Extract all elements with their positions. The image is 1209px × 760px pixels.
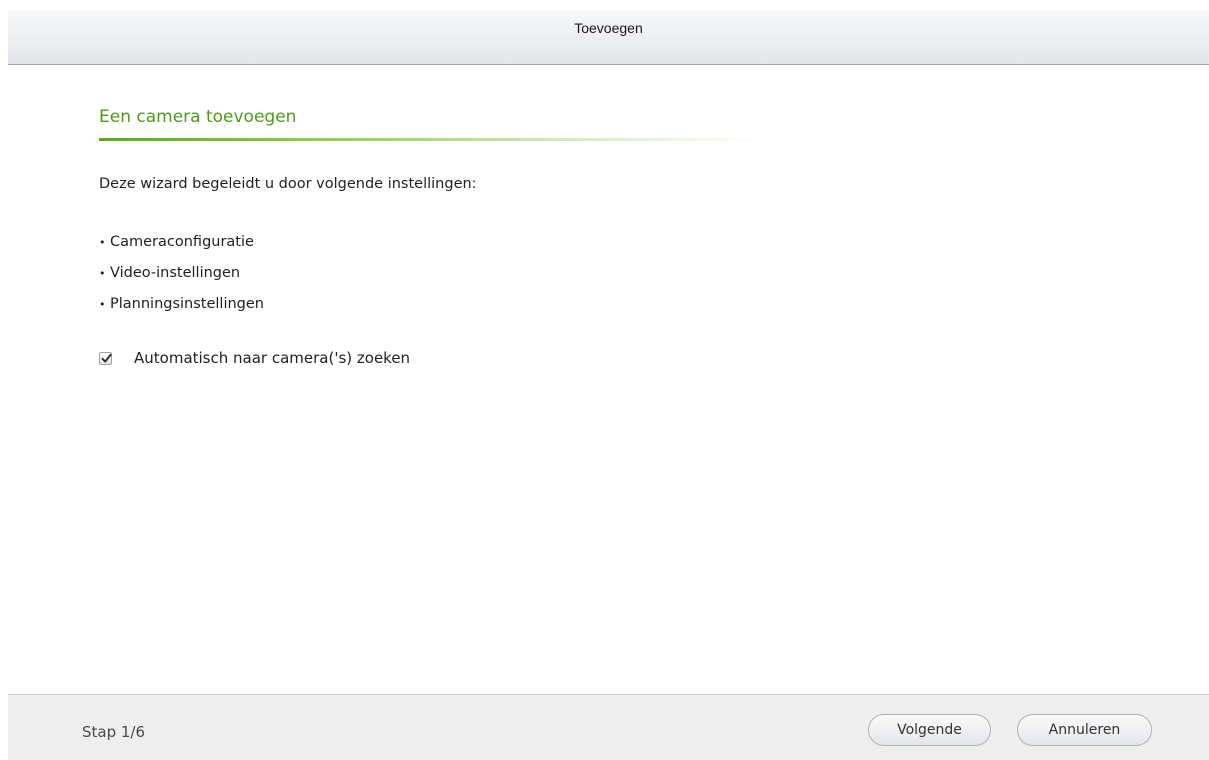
add-camera-dialog: Toevoegen Een camera toevoegen Deze wiza… (0, 0, 1209, 760)
bullet-icon: • (99, 298, 106, 311)
list-item: • Cameraconfiguratie (99, 232, 1099, 253)
cancel-button[interactable]: Annuleren (1017, 714, 1152, 746)
dialog-title-bar: Toevoegen (8, 10, 1209, 65)
step-label-camera-config: Cameraconfiguratie (110, 234, 254, 250)
auto-search-checkbox[interactable] (99, 351, 112, 365)
wizard-steps-list: • Cameraconfiguratie • Video-instellinge… (99, 232, 1099, 315)
step-indicator: Stap 1/6 (82, 723, 146, 741)
step-label-video-settings: Video-instellingen (110, 265, 241, 281)
checkmark-icon (101, 353, 112, 363)
dialog-footer: Stap 1/6 Volgende Annuleren (8, 694, 1209, 760)
dialog-title: Toevoegen (574, 20, 643, 36)
list-item: • Video-instellingen (99, 263, 1099, 284)
bullet-icon: • (99, 267, 106, 280)
section-divider (99, 138, 761, 141)
wizard-intro-text: Deze wizard begeleidt u door volgende in… (99, 176, 477, 192)
list-item: • Planningsinstellingen (99, 294, 1099, 315)
auto-search-label[interactable]: Automatisch naar camera('s) zoeken (134, 348, 410, 368)
bullet-icon: • (99, 236, 106, 249)
step-label-schedule-settings: Planningsinstellingen (110, 296, 264, 312)
auto-search-option: Automatisch naar camera('s) zoeken (99, 348, 1099, 368)
wizard-content: Een camera toevoegen Deze wizard begelei… (99, 105, 1099, 368)
section-title: Een camera toevoegen (99, 107, 297, 127)
next-button[interactable]: Volgende (868, 714, 991, 746)
